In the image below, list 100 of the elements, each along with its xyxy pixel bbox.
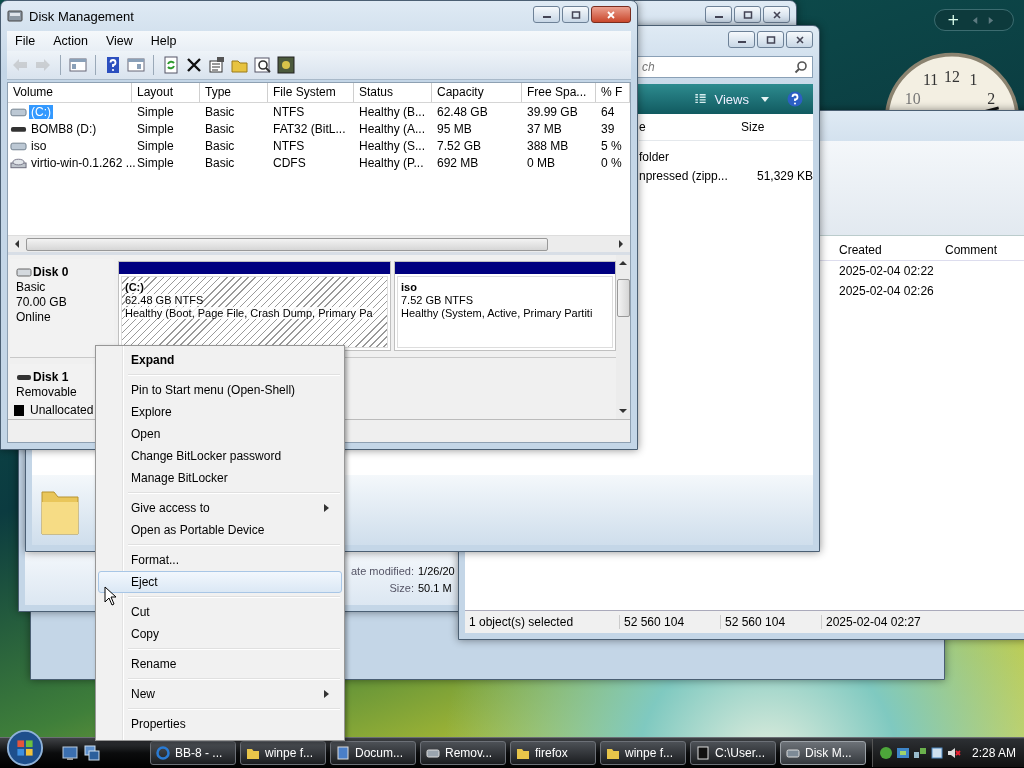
column-header[interactable]: % F (596, 83, 630, 102)
menu-item[interactable]: Cut (98, 601, 342, 623)
delete-icon[interactable] (185, 56, 203, 74)
help-icon[interactable] (787, 91, 803, 107)
taskbar-button[interactable]: winpe f... (240, 741, 326, 765)
partition-status: Healthy (Boot, Page File, Crash Dump, Primary Pa (125, 307, 373, 319)
column-header[interactable]: Volume (8, 83, 132, 102)
clock-numeral: 12 (944, 67, 960, 85)
column-header[interactable]: Capacity (432, 83, 522, 102)
column-header[interactable]: Layout (132, 83, 200, 102)
refresh-icon[interactable] (162, 56, 180, 74)
views-button[interactable]: Views (687, 89, 773, 109)
clock-numeral: 11 (922, 71, 939, 89)
menu-item[interactable]: File (7, 32, 44, 50)
column-header[interactable]: Status (354, 83, 432, 102)
minimize-button[interactable] (728, 31, 755, 48)
tray-icon[interactable] (929, 746, 944, 760)
partition-area[interactable]: (C:) 62.48 GB NTFS Healthy (Boot, Page File, Crash Dump, Primary Pa (121, 276, 388, 348)
menu-item[interactable]: Open as Portable Device (98, 519, 342, 541)
speaker-muted-icon[interactable] (946, 746, 961, 760)
table-cell-text: FAT32 (BitL... (272, 121, 347, 136)
column-header[interactable]: e (639, 120, 737, 134)
previous-icon[interactable] (971, 15, 979, 25)
taskbar-button[interactable]: firefox (510, 741, 596, 765)
scroll-left-icon[interactable] (14, 240, 20, 248)
menu-item[interactable]: Properties (98, 713, 342, 735)
menu-item[interactable]: Open (98, 423, 342, 445)
menu-item[interactable]: Expand (98, 349, 342, 371)
column-header[interactable]: Size (737, 120, 813, 134)
disk-name[interactable]: Disk 1 (33, 370, 69, 384)
disk-info: Online (16, 310, 52, 324)
search-field[interactable]: ch (637, 56, 813, 78)
menu-item[interactable]: Rename (98, 653, 342, 675)
drive-label[interactable]: BOMB8 (D:) (29, 121, 99, 136)
close-button[interactable] (763, 6, 790, 23)
menu-item[interactable]: Copy (98, 623, 342, 645)
menu-item[interactable]: Manage BitLocker (98, 467, 342, 489)
column-header[interactable]: Free Spa... (522, 83, 596, 102)
vertical-scrollbar[interactable] (616, 255, 630, 419)
help-icon[interactable] (104, 56, 122, 74)
minimize-button[interactable] (705, 6, 732, 23)
partition-block[interactable]: (C:) 62.48 GB NTFS Healthy (Boot, Page File, Crash Dump, Primary Pa (118, 261, 391, 351)
next-icon[interactable] (986, 15, 994, 25)
maximize-button[interactable] (757, 31, 784, 48)
menu-item[interactable]: Eject (98, 571, 342, 593)
magnifier-icon[interactable] (254, 56, 272, 74)
menu-item[interactable]: Pin to Start menu (Open-Shell) (98, 379, 342, 401)
partition-block[interactable]: iso 7.52 GB NTFS Healthy (System, Active, Primary Partiti (394, 261, 616, 351)
menu-item[interactable]: Explore (98, 401, 342, 423)
switch-windows-icon[interactable] (84, 745, 100, 761)
taskbar-button[interactable]: Docum... (330, 741, 416, 765)
menu-item[interactable]: New (98, 683, 342, 705)
menu-item[interactable]: Help (142, 32, 185, 50)
scroll-up-icon[interactable] (619, 260, 627, 266)
add-gadget-button[interactable]: + (943, 12, 964, 28)
folder-icon (516, 746, 530, 760)
console-tree-icon[interactable] (69, 56, 87, 74)
folder-icon (606, 746, 620, 760)
column-header[interactable]: File System (268, 83, 354, 102)
minimize-button[interactable] (533, 6, 560, 23)
menu-item[interactable]: View (97, 32, 141, 50)
taskbar-button[interactable]: BB-8 - ... (150, 741, 236, 765)
column-header[interactable]: Comment (939, 243, 1024, 257)
drive-label[interactable]: iso (29, 138, 49, 153)
taskbar-button[interactable]: Disk M... (780, 741, 866, 765)
partition-area[interactable]: iso 7.52 GB NTFS Healthy (System, Active, Primary Partiti (397, 276, 613, 348)
drive-label[interactable]: virtio-win-0.1.262 ... (29, 155, 138, 170)
properties-icon[interactable] (208, 56, 226, 74)
menu-item[interactable]: Action (45, 32, 96, 50)
scrollbar-thumb[interactable] (616, 279, 630, 317)
maximize-button[interactable] (734, 6, 761, 23)
caret-icon (761, 96, 769, 102)
scrollbar-thumb[interactable] (26, 237, 548, 251)
scroll-right-icon[interactable] (618, 240, 624, 248)
menu-item[interactable]: Format... (98, 549, 342, 571)
network-icon[interactable] (912, 746, 927, 760)
taskbar-button[interactable]: C:\User... (690, 741, 776, 765)
pane-icon[interactable] (127, 56, 145, 74)
start-button[interactable] (6, 729, 44, 767)
column-header[interactable]: Created (833, 243, 939, 257)
tray-icon[interactable] (878, 746, 893, 760)
tray-icon[interactable] (895, 746, 910, 760)
table-cell-text: 0 MB (526, 155, 556, 170)
table-cell-text: 692 MB (436, 155, 480, 170)
horizontal-scrollbar[interactable] (8, 235, 630, 252)
close-button[interactable] (591, 6, 631, 23)
show-desktop-icon[interactable] (62, 745, 78, 761)
status-text: 52 560 104 (620, 615, 721, 629)
scroll-down-icon[interactable] (619, 408, 627, 414)
menu-item[interactable]: Change BitLocker password (98, 445, 342, 467)
file-name[interactable]: folder (639, 149, 737, 164)
close-button[interactable] (786, 31, 813, 48)
disk-name[interactable]: Disk 0 (33, 265, 69, 279)
taskbar-button[interactable]: Remov... (420, 741, 506, 765)
file-name[interactable]: npressed (zipp... (639, 168, 737, 183)
column-header[interactable]: Type (200, 83, 268, 102)
maximize-button[interactable] (562, 6, 589, 23)
menu-item[interactable]: Give access to (98, 497, 342, 519)
taskbar-button[interactable]: winpe f... (600, 741, 686, 765)
clock-text[interactable]: 2:28 AM (971, 746, 1016, 760)
